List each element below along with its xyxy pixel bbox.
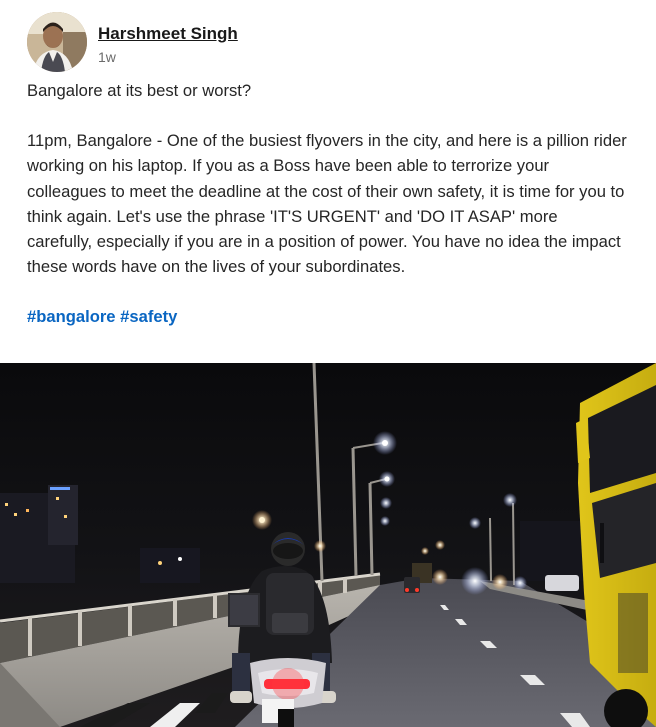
avatar-image xyxy=(27,12,87,72)
hashtag-list: #bangalore #safety xyxy=(27,304,627,329)
post-headline: Bangalore at its best or worst? xyxy=(27,81,252,100)
night-flyover-photo xyxy=(0,363,656,727)
post-text: Bangalore at its best or worst? 11pm, Ba… xyxy=(27,78,627,330)
hashtag-link[interactable]: #safety xyxy=(120,307,177,326)
post-image[interactable] xyxy=(0,363,656,727)
feed-post: Harshmeet Singh 1w Bangalore at its best… xyxy=(0,0,656,727)
post-body-paragraph: 11pm, Bangalore - One of the busiest fly… xyxy=(27,131,627,277)
author-info: Harshmeet Singh 1w xyxy=(98,23,238,67)
hashtag-link[interactable]: #bangalore xyxy=(27,307,116,326)
author-name-link[interactable]: Harshmeet Singh xyxy=(98,23,238,45)
post-timestamp: 1w xyxy=(98,49,116,65)
author-avatar[interactable] xyxy=(27,12,87,72)
post-header: Harshmeet Singh 1w xyxy=(27,12,238,72)
